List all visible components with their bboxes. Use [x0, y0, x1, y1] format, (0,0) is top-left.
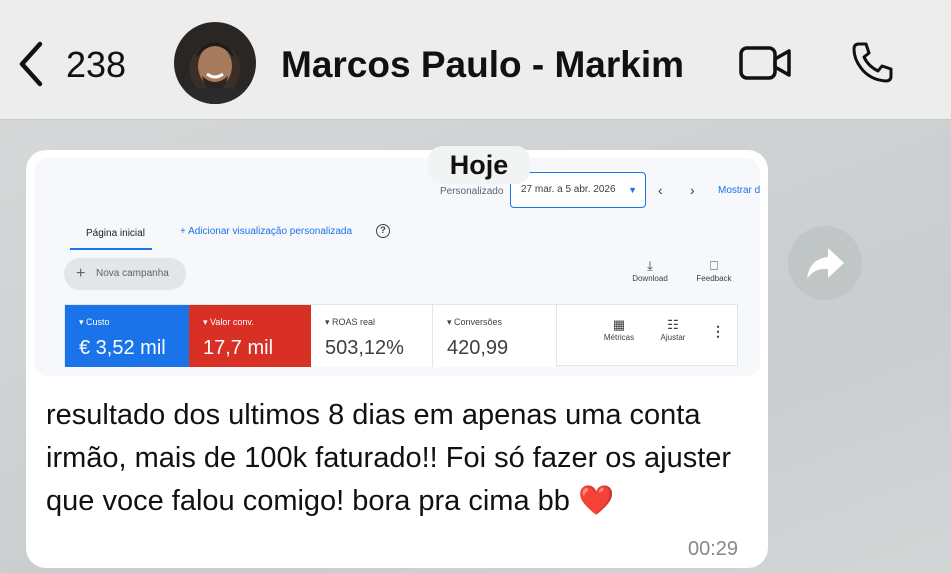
- video-call-button[interactable]: [738, 42, 794, 84]
- download-icon: ⤓: [647, 258, 653, 273]
- metrics-label: Métricas: [603, 333, 635, 342]
- new-campaign-button: + Nova campanha: [64, 258, 186, 290]
- message-bubble[interactable]: Personalizado 27 mar. a 5 abr. 2026 ▼ ‹ …: [26, 150, 768, 568]
- date-range-selector: 27 mar. a 5 abr. 2026 ▼: [510, 172, 646, 208]
- metric-value: € 3,52 mil: [79, 337, 166, 359]
- metric-value: 17,7 mil: [203, 337, 274, 359]
- back-button[interactable]: [14, 38, 48, 90]
- heart-emoji: ❤️: [577, 485, 615, 517]
- unread-count[interactable]: 238: [66, 44, 126, 86]
- chevron-left-icon: ‹: [658, 182, 663, 198]
- metrics-button: ▦ Métricas: [599, 317, 639, 342]
- voice-call-button[interactable]: [850, 40, 896, 86]
- sliders-icon: ☷: [667, 317, 679, 332]
- date-range-text: 27 mar. a 5 abr. 2026: [521, 184, 616, 195]
- chevron-right-icon: ›: [690, 182, 695, 198]
- phone-icon: [852, 42, 893, 83]
- feedback-button: ⎕ Feedback: [692, 258, 736, 283]
- add-view-link: + Adicionar visualização personalizada: [180, 226, 353, 237]
- download-label: Download: [632, 274, 668, 283]
- help-icon: ?: [376, 224, 390, 238]
- avatar[interactable]: [174, 22, 256, 104]
- show-link: Mostrar d: [718, 185, 760, 196]
- chevron-left-icon: [19, 41, 43, 87]
- metric-card-conv-value: ▾ Valor conv. 17,7 mil: [189, 305, 311, 367]
- forward-arrow-icon: [807, 248, 844, 279]
- adjust-button: ☷ Ajustar: [653, 317, 693, 342]
- metric-value: 503,12%: [325, 337, 404, 359]
- forward-button[interactable]: [788, 226, 862, 300]
- metric-label: ▾ Valor conv.: [203, 317, 254, 327]
- chat-header: 238 Marcos Paulo - Markim: [0, 0, 951, 120]
- metric-card-conversions: ▾ Conversões 420,99: [433, 305, 557, 367]
- tab-underline: [70, 248, 152, 250]
- message-body: resultado dos ultimos 8 dias em apenas u…: [46, 399, 732, 517]
- more-vert-icon: ⋮: [711, 323, 725, 339]
- new-campaign-label: Nova campanha: [96, 268, 169, 279]
- attached-screenshot[interactable]: Personalizado 27 mar. a 5 abr. 2026 ▼ ‹ …: [34, 158, 760, 376]
- metric-label: ▾ Conversões: [447, 317, 503, 327]
- download-button: ⤓ Download: [628, 258, 672, 283]
- metric-card-roas: ▾ ROAS real 503,12%: [311, 305, 433, 367]
- period-label: Personalizado: [440, 186, 504, 197]
- feedback-label: Feedback: [696, 274, 732, 283]
- metric-label: ▾ Custo: [79, 317, 110, 327]
- tab-home: Página inicial: [86, 228, 145, 239]
- caret-down-icon: ▼: [628, 185, 637, 195]
- date-separator: Hoje: [428, 146, 530, 184]
- metric-value: 420,99: [447, 337, 509, 359]
- message-text: resultado dos ultimos 8 dias em apenas u…: [46, 394, 736, 523]
- message-timestamp: 00:29: [688, 538, 739, 560]
- metric-label: ▾ ROAS real: [325, 317, 376, 327]
- metrics-cards: ▾ Custo € 3,52 mil ▾ Valor conv. 17,7 mi…: [64, 304, 738, 367]
- feedback-icon: ⎕: [710, 258, 718, 273]
- adjust-label: Ajustar: [660, 333, 686, 342]
- metric-card-cost: ▾ Custo € 3,52 mil: [65, 305, 189, 367]
- chart-add-icon: ▦: [612, 317, 626, 332]
- contact-name[interactable]: Marcos Paulo - Markim: [281, 44, 684, 86]
- plus-icon: +: [76, 265, 86, 282]
- video-camera-icon: [739, 46, 791, 80]
